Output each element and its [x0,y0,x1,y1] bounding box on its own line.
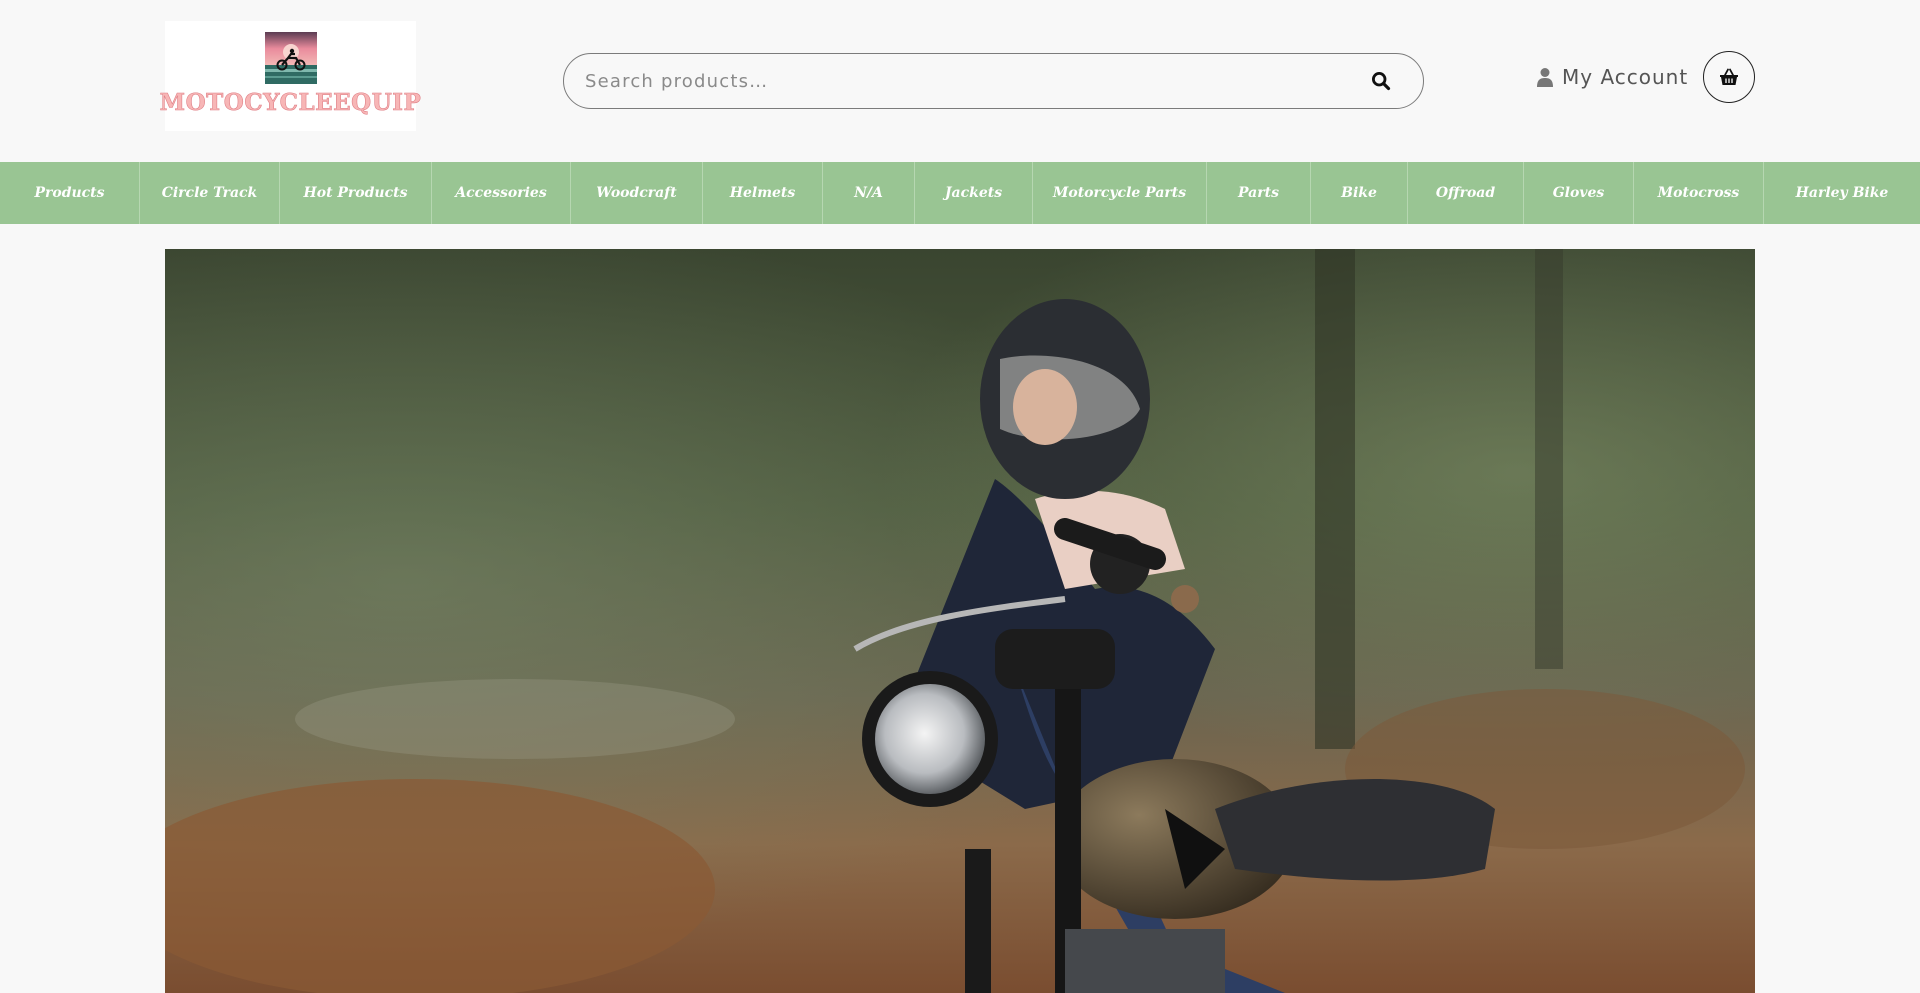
nav-item-motocross[interactable]: Motocross [1634,162,1764,224]
hero-image-rider-on-motorcycle [165,249,1755,993]
cart-button[interactable] [1703,51,1755,103]
logo-motorcycle-sunset-image [264,32,317,84]
nav-item-harley-bike[interactable]: Harley Bike [1764,162,1920,224]
nav-item-circle-track[interactable]: Circle Track [140,162,280,224]
site-header: MOTOCYCLEEQUIP My Account [0,0,1920,162]
nav-item-motorcycle-parts[interactable]: Motorcycle Parts [1033,162,1207,224]
user-icon [1537,68,1553,87]
search-bar [563,53,1424,109]
my-account-label: My Account [1562,65,1689,89]
nav-item-helmets[interactable]: Helmets [703,162,823,224]
search-icon [1371,71,1391,91]
logo-text: MOTOCYCLEEQUIP [159,89,422,117]
nav-item-accessories[interactable]: Accessories [432,162,571,224]
nav-item-hot-products[interactable]: Hot Products [280,162,432,224]
main-nav: Products Circle Track Hot Products Acces… [0,162,1920,224]
search-button[interactable] [1353,54,1409,108]
nav-item-bike[interactable]: Bike [1311,162,1408,224]
hero-banner [165,249,1755,993]
search-input[interactable] [564,54,1353,108]
nav-item-woodcraft[interactable]: Woodcraft [571,162,703,224]
nav-item-offroad[interactable]: Offroad [1408,162,1524,224]
site-logo[interactable]: MOTOCYCLEEQUIP [159,21,421,131]
nav-item-products[interactable]: Products [0,162,140,224]
nav-item-parts[interactable]: Parts [1207,162,1311,224]
my-account-link[interactable]: My Account [1537,62,1688,92]
nav-item-gloves[interactable]: Gloves [1524,162,1634,224]
basket-icon [1720,68,1738,85]
nav-item-jackets[interactable]: Jackets [915,162,1033,224]
nav-item-na[interactable]: N/A [823,162,915,224]
